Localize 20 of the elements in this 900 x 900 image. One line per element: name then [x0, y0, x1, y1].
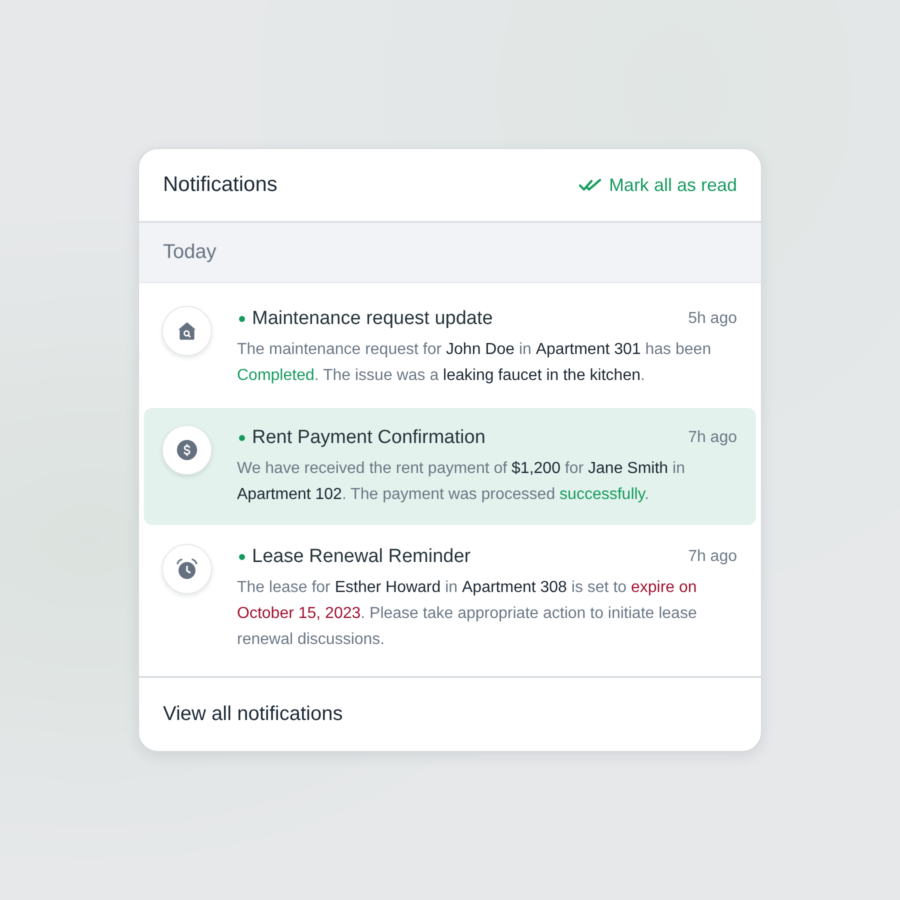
dollar-coin-icon [162, 425, 212, 475]
mark-all-read-button[interactable]: Mark all as read [578, 174, 737, 196]
alarm-clock-icon [162, 544, 212, 594]
notification-item[interactable]: Rent Payment Confirmation 7h ago We have received the rent payment of $1,200 for Jane Smith in Apartment 102. The payment was processed successfully. [144, 408, 756, 525]
notification-time: 7h ago [688, 548, 737, 566]
view-all-link[interactable]: View all notifications [163, 703, 343, 726]
section-label: Today [163, 241, 216, 264]
notification-item[interactable]: Maintenance request update 5h ago The maintenance request for John Doe in Apartment 301 has been Completed. The issue was a leaking faucet in the kitchen. [144, 289, 756, 406]
notification-time: 5h ago [688, 310, 737, 328]
notification-time: 7h ago [688, 429, 737, 447]
notification-item[interactable]: Lease Renewal Reminder 7h ago The lease for Esther Howard in Apartment 308 is set to expire on October 15, 2023. Please take appropriate action to initiate lease renewal discussions. [144, 527, 756, 670]
double-check-icon [578, 178, 603, 192]
panel-title: Notifications [163, 173, 278, 197]
notification-message: The maintenance request for John Doe in Apartment 301 has been Completed. The issue was a leaking faucet in the kitchen. [237, 340, 712, 386]
notification-message: We have received the rent payment of $1,200 for Jane Smith in Apartment 102. The payment was processed successfully. [237, 459, 686, 505]
house-search-icon [162, 306, 212, 356]
notification-message: The lease for Esther Howard in Apartment 308 is set to expire on October 15, 2023. Please take appropriate action to initiate lease renewal discussions. [237, 578, 698, 650]
notification-title: Lease Renewal Reminder [252, 546, 472, 568]
notification-title: Rent Payment Confirmation [252, 427, 486, 449]
notification-title: Maintenance request update [252, 308, 494, 330]
